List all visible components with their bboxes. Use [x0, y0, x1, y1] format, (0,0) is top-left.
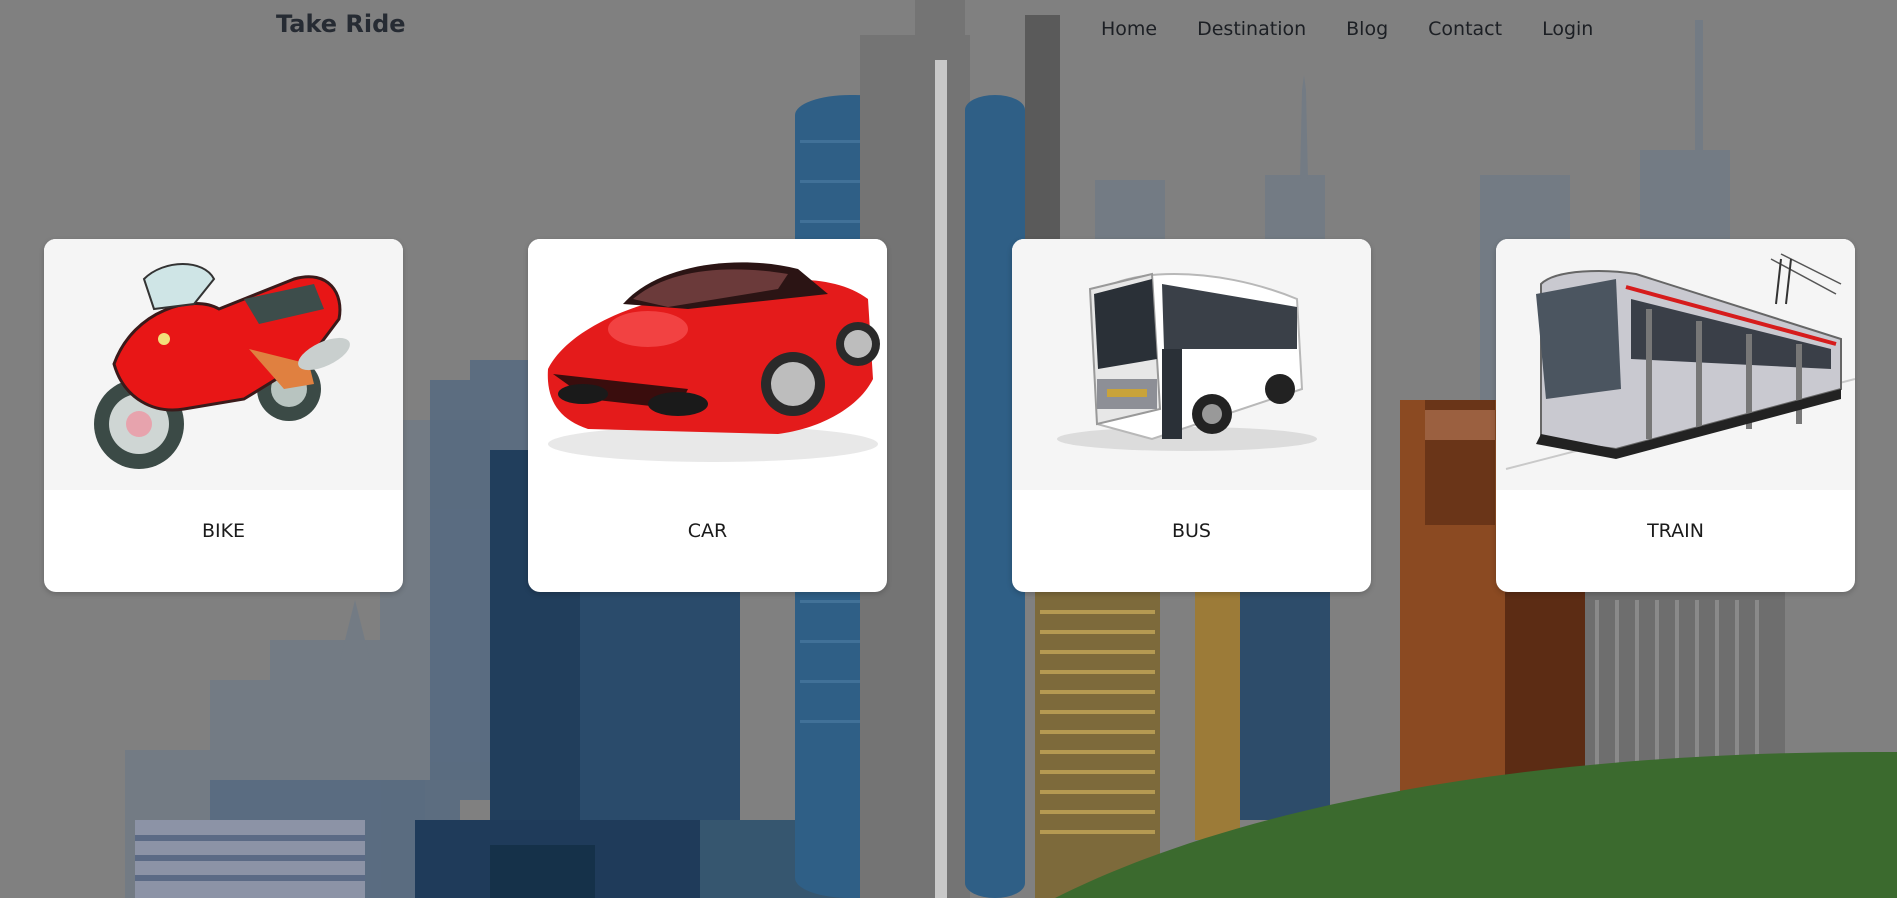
- card-bike-label: BIKE: [201, 520, 246, 542]
- site-header: Take Ride Home Destination Blog Contact …: [0, 0, 1897, 60]
- red-motorcycle-image: [44, 239, 403, 490]
- nav-home-link[interactable]: Home: [1091, 18, 1167, 40]
- main-nav: Home Destination Blog Contact Login: [1091, 18, 1603, 40]
- tram-train-image: [1496, 239, 1855, 490]
- card-bus-label: BUS: [1171, 520, 1211, 542]
- nav-destination-link[interactable]: Destination: [1187, 18, 1316, 40]
- brand-logo-text[interactable]: Take Ride: [276, 10, 406, 38]
- nav-blog-link[interactable]: Blog: [1336, 18, 1398, 40]
- card-bike[interactable]: BIKE: [44, 239, 403, 592]
- card-bus[interactable]: BUS: [1012, 239, 1371, 592]
- nav-login-link[interactable]: Login: [1532, 18, 1603, 40]
- card-train[interactable]: TRAIN: [1496, 239, 1855, 592]
- card-car[interactable]: CAR: [528, 239, 887, 592]
- card-train-label: TRAIN: [1647, 520, 1704, 542]
- red-sports-car-image: [528, 239, 887, 490]
- vehicle-cards: BIKE CAR BUS TRAIN: [0, 239, 1897, 592]
- card-car-label: CAR: [687, 520, 728, 542]
- white-coach-bus-image: [1012, 239, 1371, 490]
- nav-contact-link[interactable]: Contact: [1418, 18, 1512, 40]
